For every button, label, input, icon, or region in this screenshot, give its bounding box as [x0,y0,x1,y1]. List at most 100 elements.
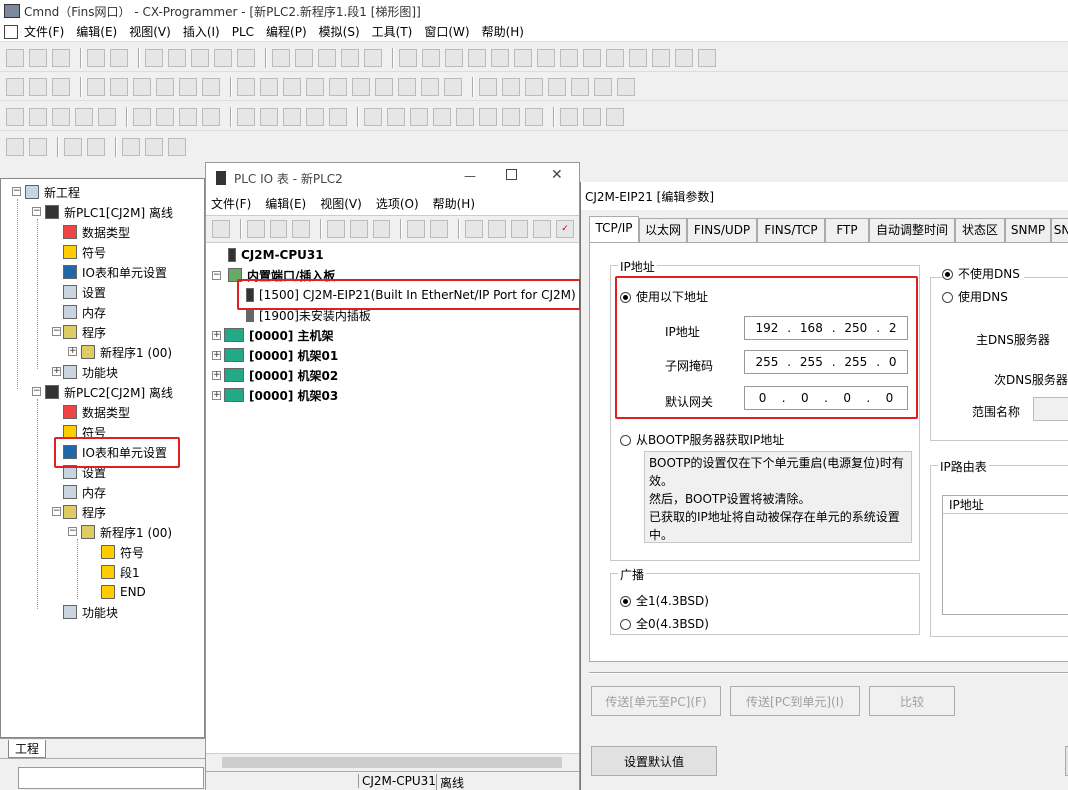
bookmark-icon[interactable] [156,107,174,126]
io-row-rack01[interactable]: [0000] 机架01 [224,345,338,365]
clear-icon[interactable] [606,107,624,126]
print-icon[interactable] [246,220,265,238]
expand-toggle[interactable]: + [212,371,221,380]
ladder-icon[interactable] [179,77,197,96]
tree-plc1-function-blocks[interactable]: 功能块 [63,362,118,382]
tab-tcpip[interactable]: TCP/IP [589,216,639,242]
grid-icon[interactable] [87,77,105,96]
coil-icon[interactable] [352,77,370,96]
instruction-icon[interactable] [398,77,416,96]
debug-icon[interactable] [583,48,601,67]
io-menu-options[interactable]: 选项(O) [376,195,419,212]
check-icon[interactable]: ✓ [556,220,574,238]
menu-window[interactable]: 窗口(W) [424,23,469,40]
transfer-icon[interactable] [407,220,426,238]
find-icon[interactable] [272,48,290,67]
step-out-icon[interactable] [502,107,520,126]
tree-plc2-section1[interactable]: 段1 [101,562,140,582]
align-icon[interactable] [64,138,82,156]
download-icon[interactable] [487,220,506,238]
outdent-icon[interactable] [29,138,47,156]
redo-icon[interactable] [237,48,255,67]
comment-icon[interactable] [110,77,128,96]
coil-nc-icon[interactable] [375,77,393,96]
view-icon[interactable] [6,107,24,126]
menu-help[interactable]: 帮助(H) [482,23,524,40]
expand-toggle[interactable]: + [212,391,221,400]
expand-toggle[interactable]: − [32,207,41,216]
io-row-main-rack[interactable]: [0000] 主机架 [224,325,334,345]
set-default-button[interactable]: 设置默认值 [591,746,717,776]
maximize-icon[interactable] [506,169,517,180]
zoom-out-icon[interactable] [52,77,70,96]
watch-window-icon[interactable] [52,107,70,126]
tree-plc1-programs[interactable]: 程序 [63,322,106,342]
use-dns-radio[interactable]: 使用DNS [942,288,1008,305]
download-icon[interactable] [329,107,347,126]
tab-ethernet[interactable]: 以太网 [639,218,687,242]
tab-project[interactable]: 工程 [8,740,47,758]
menu-edit[interactable]: 编辑(E) [76,23,117,40]
print-preview-icon[interactable] [110,48,128,67]
transfer-icon[interactable] [445,48,463,67]
address-icon[interactable] [571,77,589,96]
tree-plc1-datatype[interactable]: 数据类型 [63,222,130,242]
tab-status-area[interactable]: 状态区 [955,218,1005,242]
step-into-icon[interactable] [456,107,474,126]
scan-icon[interactable] [583,107,601,126]
tree-plc2-program-symbols[interactable]: 符号 [101,542,144,562]
io-row-rack03[interactable]: [0000] 机架03 [224,385,338,405]
io-menu-file[interactable]: 文件(F) [211,195,251,212]
watch-icon[interactable] [479,77,497,96]
copy-icon[interactable] [168,48,186,67]
domain-name-field[interactable] [1033,397,1068,421]
expand-toggle[interactable]: − [32,387,41,396]
tree-plc1-memory[interactable]: 内存 [63,302,106,322]
rung-icon[interactable] [202,107,220,126]
menu-program[interactable]: 编程(P) [266,23,307,40]
replace-icon[interactable] [295,48,313,67]
tab-auto-time[interactable]: 自动调整时间 [869,218,955,242]
tree-plc2-end[interactable]: END [101,582,146,602]
tree-plc1-symbols[interactable]: 符号 [63,242,106,262]
list-icon[interactable] [133,77,151,96]
io-menu-view[interactable]: 视图(V) [320,195,362,212]
cross-ref-icon[interactable] [548,77,566,96]
new-file-icon[interactable] [6,48,24,67]
select-icon[interactable] [237,77,255,96]
tree-plc2-datatype[interactable]: 数据类型 [63,402,130,422]
properties-icon[interactable] [617,77,635,96]
play-icon[interactable] [410,107,428,126]
io-row-rack02[interactable]: [0000] 机架02 [224,365,338,385]
stop-icon[interactable] [433,107,451,126]
menu-insert[interactable]: 插入(I) [183,23,220,40]
expand-toggle[interactable]: − [68,527,77,536]
upload-icon[interactable] [306,107,324,126]
horizontal-icon[interactable] [329,77,347,96]
transfer-unit-to-pc-button[interactable]: 传送[单元至PC](F) [591,686,721,716]
menu-simulate[interactable]: 模拟(S) [319,23,360,40]
print-icon[interactable] [87,48,105,67]
delete-icon[interactable] [533,220,552,238]
jump-icon[interactable] [133,107,151,126]
vertical-icon[interactable] [306,77,324,96]
scrollbar-thumb[interactable] [222,757,562,768]
paste-icon[interactable] [372,220,391,238]
menu-plc[interactable]: PLC [232,25,254,39]
window-icon[interactable] [675,48,693,67]
pt-contact-icon[interactable] [421,77,439,96]
step-icon[interactable] [179,107,197,126]
tree-plc1-io-table[interactable]: IO表和单元设置 [63,262,167,282]
broadcast-all0-radio[interactable]: 全0(4.3BSD) [620,615,709,632]
cut-icon[interactable] [145,48,163,67]
zoom-in-icon[interactable] [29,77,47,96]
fast-forward-icon[interactable] [525,107,543,126]
cut-icon[interactable] [327,220,345,238]
io-comment-icon[interactable] [594,77,612,96]
upload-icon[interactable] [465,220,483,238]
expand-toggle[interactable]: + [68,347,77,356]
set-icon[interactable] [629,48,647,67]
tab-fins-udp[interactable]: FINS/UDP [687,218,757,242]
sim-icon[interactable] [364,107,382,126]
expand-toggle[interactable]: − [12,187,21,196]
